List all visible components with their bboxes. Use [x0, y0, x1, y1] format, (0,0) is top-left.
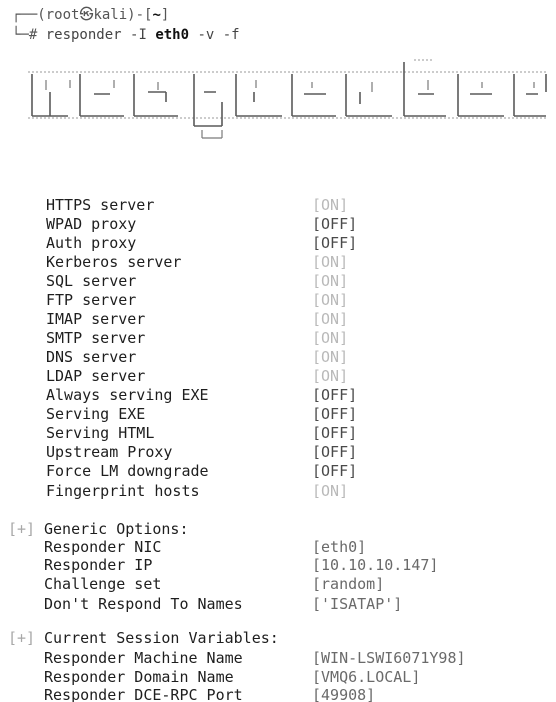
option-value: [random] — [312, 575, 385, 593]
status-value: [OFF] — [312, 424, 358, 442]
plus-marker: [+] — [8, 629, 36, 647]
status-row: SMTP server [ON] — [0, 329, 556, 348]
option-label: Challenge set — [44, 575, 162, 593]
status-row: Auth proxy [OFF] — [0, 234, 556, 253]
option-value: [WIN-LSWI6071Y98] — [312, 649, 466, 667]
status-value: [ON] — [312, 291, 349, 309]
status-value: [OFF] — [312, 215, 358, 233]
option-row: Challenge set [random] — [0, 575, 556, 594]
status-value: [OFF] — [312, 234, 358, 252]
section-title: Generic Options: — [44, 520, 189, 538]
status-value: [OFF] — [312, 443, 358, 461]
status-label: HTTPS server — [46, 196, 155, 214]
session-variables-header: [+] Current Session Variables: — [0, 629, 556, 648]
option-label: Responder IP — [44, 556, 153, 574]
status-row: Serving EXE [OFF] — [0, 405, 556, 424]
status-value: [ON] — [312, 367, 349, 385]
status-value: [ON] — [312, 310, 349, 328]
status-row: Fingerprint hosts [ON] — [0, 482, 556, 501]
status-row: HTTPS server [ON] — [0, 196, 556, 215]
option-row: Responder Machine Name [WIN-LSWI6071Y98] — [0, 649, 556, 668]
option-label: Responder DCE-RPC Port — [44, 686, 243, 702]
status-value: [ON] — [312, 196, 349, 214]
status-label: Force LM downgrade — [46, 462, 209, 480]
status-label: Auth proxy — [46, 234, 137, 252]
status-value: [OFF] — [312, 462, 358, 480]
plus-marker: [+] — [8, 520, 36, 538]
status-value: [ON] — [312, 272, 349, 290]
status-label: DNS server — [46, 348, 137, 366]
status-row: Upstream Proxy [OFF] — [0, 443, 556, 462]
option-value: ['ISATAP'] — [312, 595, 403, 613]
status-label: SQL server — [46, 272, 137, 290]
status-label: Upstream Proxy — [46, 443, 173, 461]
status-value: [OFF] — [312, 386, 358, 404]
option-row: Don't Respond To Names ['ISATAP'] — [0, 595, 556, 614]
status-label: FTP server — [46, 291, 137, 309]
option-row: Responder NIC [eth0] — [0, 538, 556, 557]
status-value: [ON] — [312, 329, 349, 347]
status-value: [ON] — [312, 482, 349, 500]
status-row: Force LM downgrade [OFF] — [0, 462, 556, 481]
status-row: Serving HTML [OFF] — [0, 424, 556, 443]
status-label: Serving HTML — [46, 424, 155, 442]
status-row: DNS server [ON] — [0, 348, 556, 367]
status-row: LDAP server [ON] — [0, 367, 556, 386]
status-row: WPAD proxy [OFF] — [0, 215, 556, 234]
section-title: Current Session Variables: — [44, 629, 279, 647]
status-value: [OFF] — [312, 405, 358, 423]
option-value: [10.10.10.147] — [312, 556, 439, 574]
option-label: Don't Respond To Names — [44, 595, 243, 613]
option-label: Responder Domain Name — [44, 668, 234, 686]
status-row: Always serving EXE [OFF] — [0, 386, 556, 405]
option-value: [VMQ6.LOCAL] — [312, 668, 421, 686]
status-value: [ON] — [312, 253, 349, 271]
status-label: Kerberos server — [46, 253, 182, 271]
server-status-list: HTTPS server [ON] WPAD proxy [OFF] Auth pr… — [0, 0, 556, 702]
status-label: Serving EXE — [46, 405, 146, 423]
status-row: SQL server [ON] — [0, 272, 556, 291]
status-label: Fingerprint hosts — [46, 482, 200, 500]
status-label: Always serving EXE — [46, 386, 209, 404]
option-value: [eth0] — [312, 538, 367, 556]
status-label: IMAP server — [46, 310, 146, 328]
status-row: IMAP server [ON] — [0, 310, 556, 329]
status-label: LDAP server — [46, 367, 146, 385]
option-row: Responder DCE-RPC Port [49908] — [0, 686, 556, 702]
option-row: Responder IP [10.10.10.147] — [0, 556, 556, 575]
status-label: WPAD proxy — [46, 215, 137, 233]
option-row: Responder Domain Name [VMQ6.LOCAL] — [0, 668, 556, 687]
option-value: [49908] — [312, 686, 376, 702]
status-label: SMTP server — [46, 329, 146, 347]
status-row: Kerberos server [ON] — [0, 253, 556, 272]
option-label: Responder Machine Name — [44, 649, 243, 667]
option-label: Responder NIC — [44, 538, 162, 556]
status-value: [ON] — [312, 348, 349, 366]
generic-options-header: [+] Generic Options: — [0, 520, 556, 539]
status-row: FTP server [ON] — [0, 291, 556, 310]
